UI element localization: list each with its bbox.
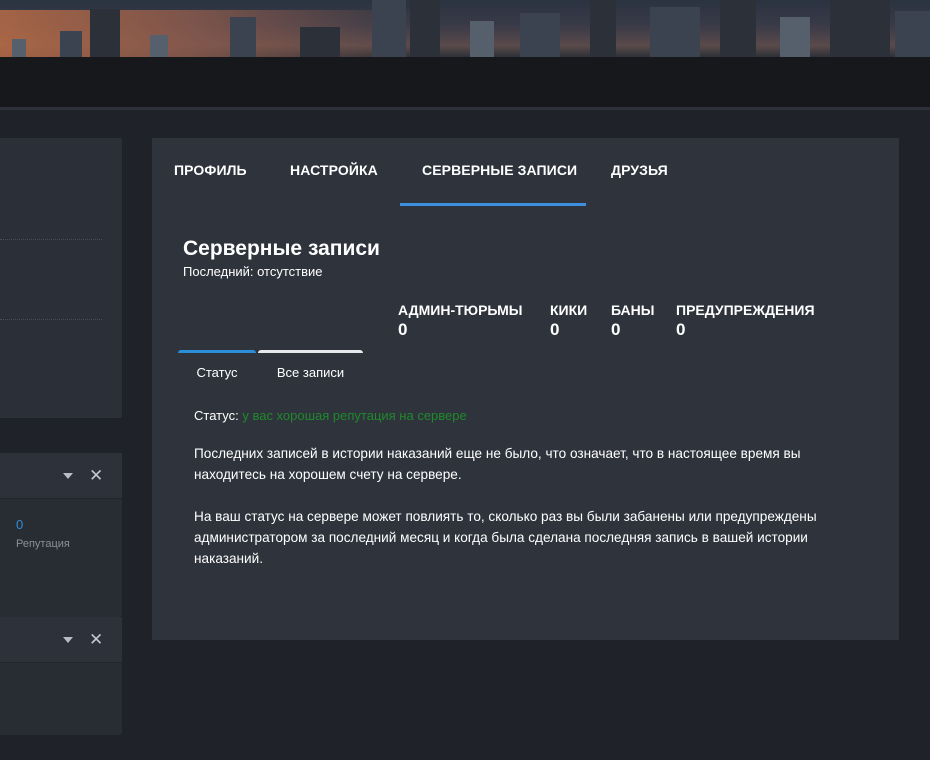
last-record-text: Последний: отсутствие — [183, 264, 323, 279]
secondary-widget: ✕ — [0, 617, 122, 735]
active-tab-indicator — [400, 203, 586, 206]
profile-header-bar — [0, 57, 930, 107]
tab-friends[interactable]: ДРУЗЬЯ — [611, 162, 668, 178]
records-description: Последних записей в истории наказаний ещ… — [194, 446, 801, 482]
banner-building — [300, 27, 340, 57]
panel-divider — [0, 239, 102, 240]
banner-building — [410, 0, 440, 57]
banner-building — [830, 0, 890, 57]
banner-building — [150, 35, 168, 57]
status-label: Статус: — [194, 408, 239, 423]
stat-label: КИКИ — [550, 302, 588, 318]
stat-value: 0 — [676, 320, 686, 339]
stat-admin-jails: АДМИН-ТЮРЬМЫ 0 — [398, 302, 523, 340]
stat-bans: БАНЫ 0 — [611, 302, 654, 340]
stat-value: 0 — [550, 320, 560, 339]
banner-building — [520, 13, 560, 57]
panel-divider — [0, 319, 102, 320]
status-line: Статус: у вас хорошая репутация на серве… — [194, 408, 467, 423]
header-divider — [0, 107, 930, 110]
banner-building — [230, 17, 256, 57]
widget-header: ✕ — [0, 617, 122, 663]
stat-label: АДМИН-ТЮРЬМЫ — [398, 302, 523, 318]
banner-building — [12, 39, 26, 57]
reputation-label: Репутация — [16, 538, 70, 550]
widget-header: ✕ — [0, 453, 122, 499]
stat-label: ПРЕДУПРЕЖДЕНИЯ — [676, 302, 815, 318]
banner-building — [90, 9, 120, 57]
profile-tabs: ПРОФИЛЬ НАСТРОЙКА СЕРВЕРНЫЕ ЗАПИСИ ДРУЗЬ… — [152, 138, 899, 206]
chevron-down-icon[interactable] — [63, 637, 73, 643]
tab-settings[interactable]: НАСТРОЙКА — [290, 162, 378, 178]
stat-warnings: ПРЕДУПРЕЖДЕНИЯ 0 — [676, 302, 815, 340]
status-value: у вас хорошая репутация на сервере — [242, 408, 467, 423]
banner-building — [720, 0, 756, 57]
page-title: Серверные записи — [183, 237, 380, 260]
banner-building — [590, 0, 616, 57]
server-records-card: ПРОФИЛЬ НАСТРОЙКА СЕРВЕРНЫЕ ЗАПИСИ ДРУЗЬ… — [152, 138, 899, 640]
subtab-all-records[interactable]: Все записи — [258, 350, 363, 380]
banner-building — [60, 31, 82, 57]
status-explanation: На ваш статус на сервере может повлиять … — [194, 509, 817, 566]
stat-label: БАНЫ — [611, 302, 655, 318]
banner-building — [372, 0, 406, 57]
stat-value: 0 — [611, 320, 621, 339]
chevron-down-icon[interactable] — [63, 473, 73, 479]
banner-building — [470, 21, 494, 57]
stat-kicks: КИКИ 0 — [550, 302, 587, 340]
reputation-widget: ✕ — [0, 453, 122, 617]
reputation-value[interactable]: 0 — [16, 517, 23, 532]
close-icon[interactable]: ✕ — [89, 631, 103, 649]
tab-server-records[interactable]: СЕРВЕРНЫЕ ЗАПИСИ — [422, 162, 577, 178]
tab-profile[interactable]: ПРОФИЛЬ — [174, 162, 247, 178]
subtab-status[interactable]: Статус — [178, 350, 256, 380]
banner-building — [650, 7, 700, 57]
profile-banner — [0, 0, 930, 57]
profile-info-panel — [0, 138, 122, 418]
banner-building — [895, 11, 930, 57]
stat-value: 0 — [398, 320, 408, 339]
close-icon[interactable]: ✕ — [89, 467, 103, 485]
banner-building — [780, 17, 810, 57]
